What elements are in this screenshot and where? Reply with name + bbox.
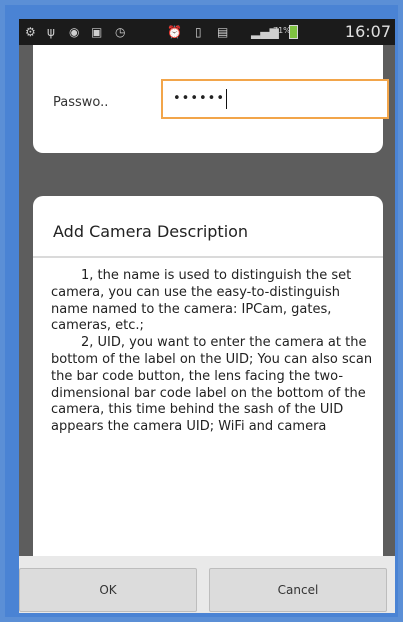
dialog-button-bar: OK Cancel <box>19 556 395 613</box>
password-form-card: Passwo.. •••••• <box>33 45 389 153</box>
cancel-button[interactable]: Cancel <box>209 568 387 612</box>
password-input[interactable]: •••••• <box>161 79 389 119</box>
vibrate-icon: ▯ <box>195 25 202 39</box>
dialog-title: Add Camera Description <box>53 222 249 241</box>
screenshot-frame: ⚙ ψ ◉ ▣ ◷ ⏰ ▯ ▤ ▂▄▆ 71% 16:07 Passwo.. •… <box>5 5 398 617</box>
sim-icon: ▤ <box>217 25 229 39</box>
status-bar: ⚙ ψ ◉ ▣ ◷ ⏰ ▯ ▤ ▂▄▆ 71% 16:07 <box>19 19 395 45</box>
dialog-paragraph: 2, UID, you want to enter the camera at … <box>51 335 373 435</box>
battery-icon <box>289 25 298 39</box>
password-label: Passwo.. <box>53 95 109 110</box>
device-screen: ⚙ ψ ◉ ▣ ◷ ⏰ ▯ ▤ ▂▄▆ 71% 16:07 Passwo.. •… <box>19 19 395 613</box>
camera-description-dialog: Add Camera Description 1, the name is us… <box>33 196 383 556</box>
ok-button[interactable]: OK <box>19 568 197 612</box>
image-icon: ▣ <box>91 25 103 39</box>
password-value: •••••• <box>173 91 226 106</box>
settings-icon: ⚙ <box>25 25 36 39</box>
status-time: 16:07 <box>344 22 391 41</box>
dialog-divider <box>33 256 383 258</box>
dialog-body[interactable]: 1, the name is used to distinguish the s… <box>51 268 373 436</box>
usb-icon: ψ <box>47 25 55 39</box>
text-cursor <box>226 88 228 109</box>
clock-icon: ◷ <box>115 25 126 39</box>
alarm-icon: ⏰ <box>167 25 182 39</box>
app-icon: ◉ <box>69 25 80 39</box>
dialog-paragraph: 1, the name is used to distinguish the s… <box>51 268 352 334</box>
